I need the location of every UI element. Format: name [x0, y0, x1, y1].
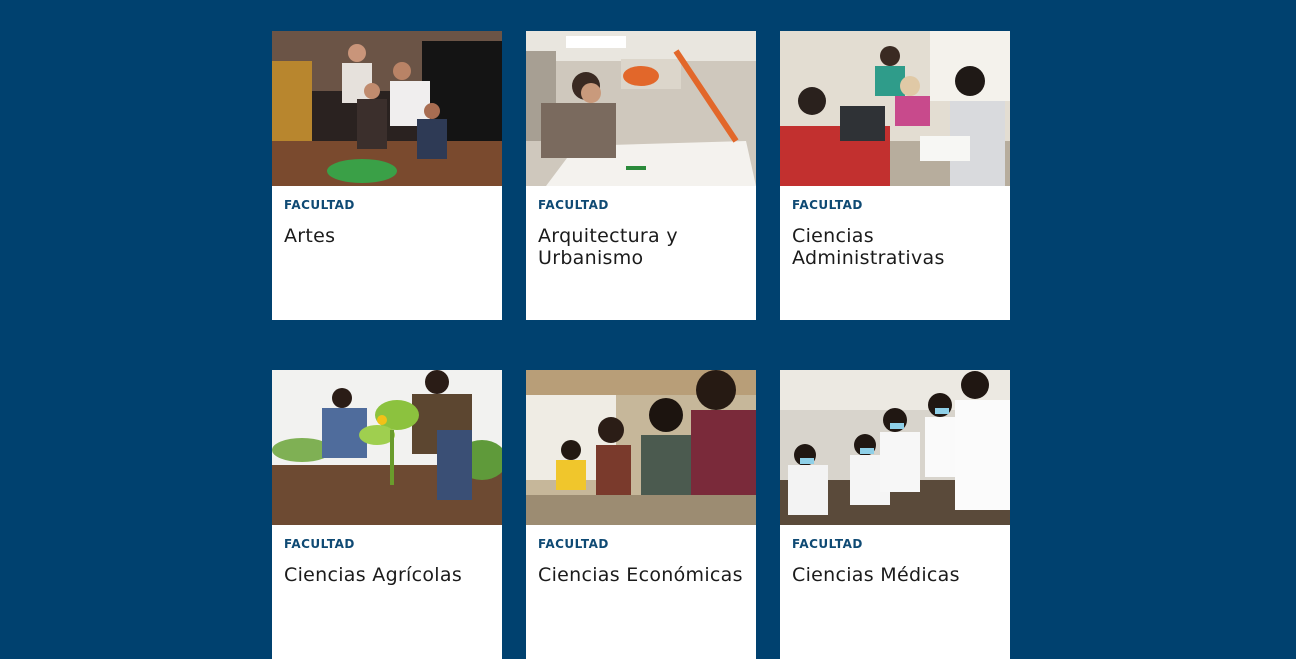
card-body: FACULTAD Arquitectura y Urbanismo: [526, 186, 756, 320]
card-body: FACULTAD Ciencias Administrativas: [780, 186, 1010, 320]
faculty-card-arquitectura[interactable]: FACULTAD Arquitectura y Urbanismo: [526, 31, 756, 320]
card-body: FACULTAD Artes: [272, 186, 502, 320]
architect-drafting-photo: [526, 31, 756, 186]
faculty-card-artes[interactable]: FACULTAD Artes: [272, 31, 502, 320]
faculty-card-administrativas[interactable]: FACULTAD Ciencias Administrativas: [780, 31, 1010, 320]
faculty-card-agricolas[interactable]: FACULTAD Ciencias Agrícolas: [272, 370, 502, 659]
faculty-card-economicas[interactable]: FACULTAD Ciencias Económicas: [526, 370, 756, 659]
faculty-title[interactable]: Arquitectura y Urbanismo: [538, 225, 744, 269]
faculty-card-medicas[interactable]: FACULTAD Ciencias Médicas: [780, 370, 1010, 659]
medical-lab-photo: [780, 370, 1010, 525]
faculty-title[interactable]: Artes: [284, 225, 490, 247]
card-body: FACULTAD Ciencias Económicas: [526, 525, 756, 659]
faculty-eyebrow: FACULTAD: [792, 537, 863, 551]
planting-seedlings-photo: [272, 370, 502, 525]
faculty-title[interactable]: Ciencias Económicas: [538, 564, 744, 586]
card-body: FACULTAD Ciencias Agrícolas: [272, 525, 502, 659]
faculty-title[interactable]: Ciencias Administrativas: [792, 225, 998, 269]
faculty-eyebrow: FACULTAD: [284, 537, 355, 551]
theater-performers-photo: [272, 31, 502, 186]
faculty-eyebrow: FACULTAD: [538, 198, 609, 212]
office-meeting-photo: [780, 31, 1010, 186]
card-body: FACULTAD Ciencias Médicas: [780, 525, 1010, 659]
faculty-title[interactable]: Ciencias Agrícolas: [284, 564, 490, 586]
faculty-eyebrow: FACULTAD: [792, 198, 863, 212]
faculty-eyebrow: FACULTAD: [284, 198, 355, 212]
faculty-eyebrow: FACULTAD: [538, 537, 609, 551]
faculty-title[interactable]: Ciencias Médicas: [792, 564, 998, 586]
classroom-students-photo: [526, 370, 756, 525]
